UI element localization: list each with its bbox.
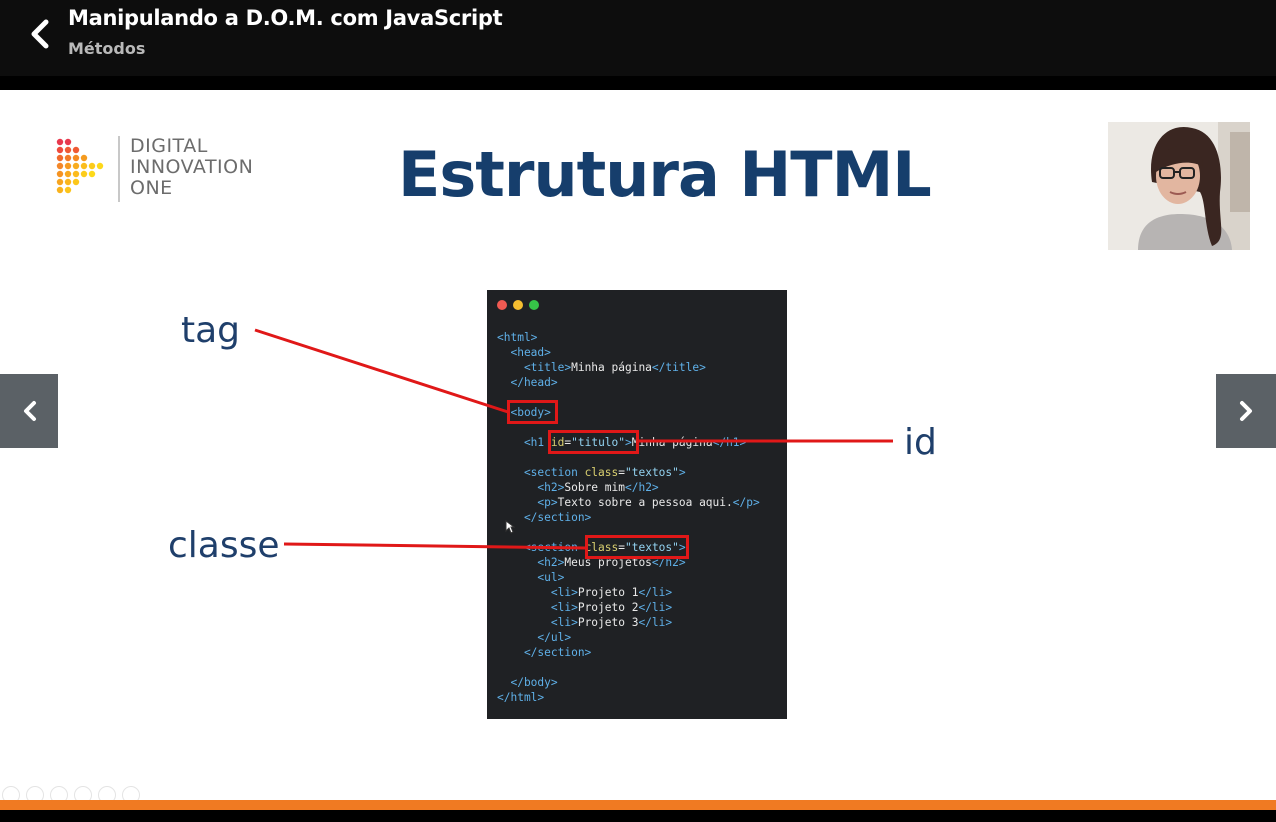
code-token: <title> [497, 361, 572, 374]
code-token: <li> [497, 616, 578, 629]
code-line: <head> [497, 345, 760, 360]
lesson-subtitle: Métodos [68, 39, 146, 58]
code-token: <section [497, 466, 585, 479]
code-token: </li> [638, 601, 673, 614]
code-line: </section> [497, 645, 760, 660]
chevron-right-icon [1240, 401, 1252, 421]
code-token: Texto sobre a pessoa aqui. [557, 496, 733, 509]
dio-logo: DIGITAL INNOVATION ONE [54, 136, 284, 206]
code-line: </head> [497, 375, 760, 390]
presenter-webcam [1108, 122, 1250, 250]
code-token: > [678, 466, 686, 479]
code-token: </li> [638, 586, 673, 599]
code-line: <li>Projeto 1</li> [497, 585, 760, 600]
code-token: <h2> [497, 481, 565, 494]
logo-divider [118, 136, 120, 202]
code-line: <li>Projeto 3</li> [497, 615, 760, 630]
code-token: <head> [497, 346, 551, 359]
code-token: </h1> [712, 436, 747, 449]
label-tag: tag [181, 310, 241, 351]
chevron-left-icon [24, 401, 36, 421]
code-token: <h1 [497, 436, 551, 449]
logo-wordmark: DIGITAL INNOVATION ONE [130, 136, 253, 199]
code-token: <li> [497, 586, 578, 599]
code-token: </head> [497, 376, 558, 389]
code-token: Projeto 3 [577, 616, 639, 629]
code-line: <title>Minha página</title> [497, 360, 760, 375]
code-line: <h2>Sobre mim</h2> [497, 480, 760, 495]
code-token: Projeto 1 [577, 586, 639, 599]
code-block: <html> <head> <title>Minha página</title… [497, 330, 760, 705]
previous-slide-button[interactable] [0, 374, 58, 448]
code-line: <section class="textos"> [497, 465, 760, 480]
logo-line-2: INNOVATION [130, 156, 254, 178]
dio-logo-mark-icon [56, 138, 104, 194]
code-token: <html> [497, 331, 538, 344]
code-line: <ul> [497, 570, 760, 585]
code-token: Projeto 2 [577, 601, 639, 614]
window-maximize-dot [529, 300, 539, 310]
progress-bar[interactable] [0, 800, 1276, 810]
code-token: </html> [497, 691, 545, 704]
tag-connector [254, 328, 509, 414]
video-slide: DIGITAL INNOVATION ONE Estrutura HTML ta… [0, 90, 1276, 804]
code-line: </section> [497, 510, 760, 525]
mouse-cursor-icon [505, 520, 515, 534]
code-token: </h2> [624, 481, 659, 494]
logo-line-3: ONE [130, 177, 173, 199]
code-token: <p> [497, 496, 558, 509]
window-close-dot [497, 300, 507, 310]
back-button[interactable] [22, 14, 58, 54]
code-token: "textos" [625, 466, 679, 479]
code-token: </title> [651, 361, 706, 374]
code-token: class [584, 466, 619, 479]
code-line: </ul> [497, 630, 760, 645]
highlight-class-attribute [585, 535, 689, 559]
code-token: <ul> [497, 571, 565, 584]
presenter-image [1108, 122, 1250, 250]
logo-line-1: DIGITAL [130, 135, 208, 157]
bottom-bar [0, 810, 1276, 822]
label-id: id [904, 422, 937, 463]
code-token: Minha página [571, 361, 652, 374]
code-window: <html> <head> <title>Minha página</title… [487, 290, 787, 719]
code-token: </p> [732, 496, 760, 509]
code-token: </section> [497, 646, 592, 659]
chevron-left-icon [31, 19, 49, 49]
code-line: </html> [497, 690, 760, 705]
code-line: </body> [497, 675, 760, 690]
code-token: <li> [497, 601, 578, 614]
code-token: <h2> [497, 556, 565, 569]
label-classe: classe [168, 525, 280, 566]
code-token: </body> [497, 676, 558, 689]
code-token: </ul> [497, 631, 572, 644]
video-header: Manipulando a D.O.M. com JavaScript Méto… [0, 0, 1276, 76]
window-minimize-dot [513, 300, 523, 310]
code-token: Sobre mim [564, 481, 625, 494]
highlight-body-tag [507, 400, 558, 424]
lesson-title: Manipulando a D.O.M. com JavaScript [68, 6, 503, 30]
code-line: <li>Projeto 2</li> [497, 600, 760, 615]
slide-title: Estrutura HTML [398, 138, 932, 211]
code-token: </li> [638, 616, 673, 629]
code-line: <p>Texto sobre a pessoa aqui.</p> [497, 495, 760, 510]
next-slide-button[interactable] [1216, 374, 1276, 448]
code-token: <section [497, 541, 585, 554]
code-line: <html> [497, 330, 760, 345]
highlight-id-attribute [548, 430, 639, 454]
code-token: Minha página [631, 436, 713, 449]
code-token: = [618, 466, 625, 479]
